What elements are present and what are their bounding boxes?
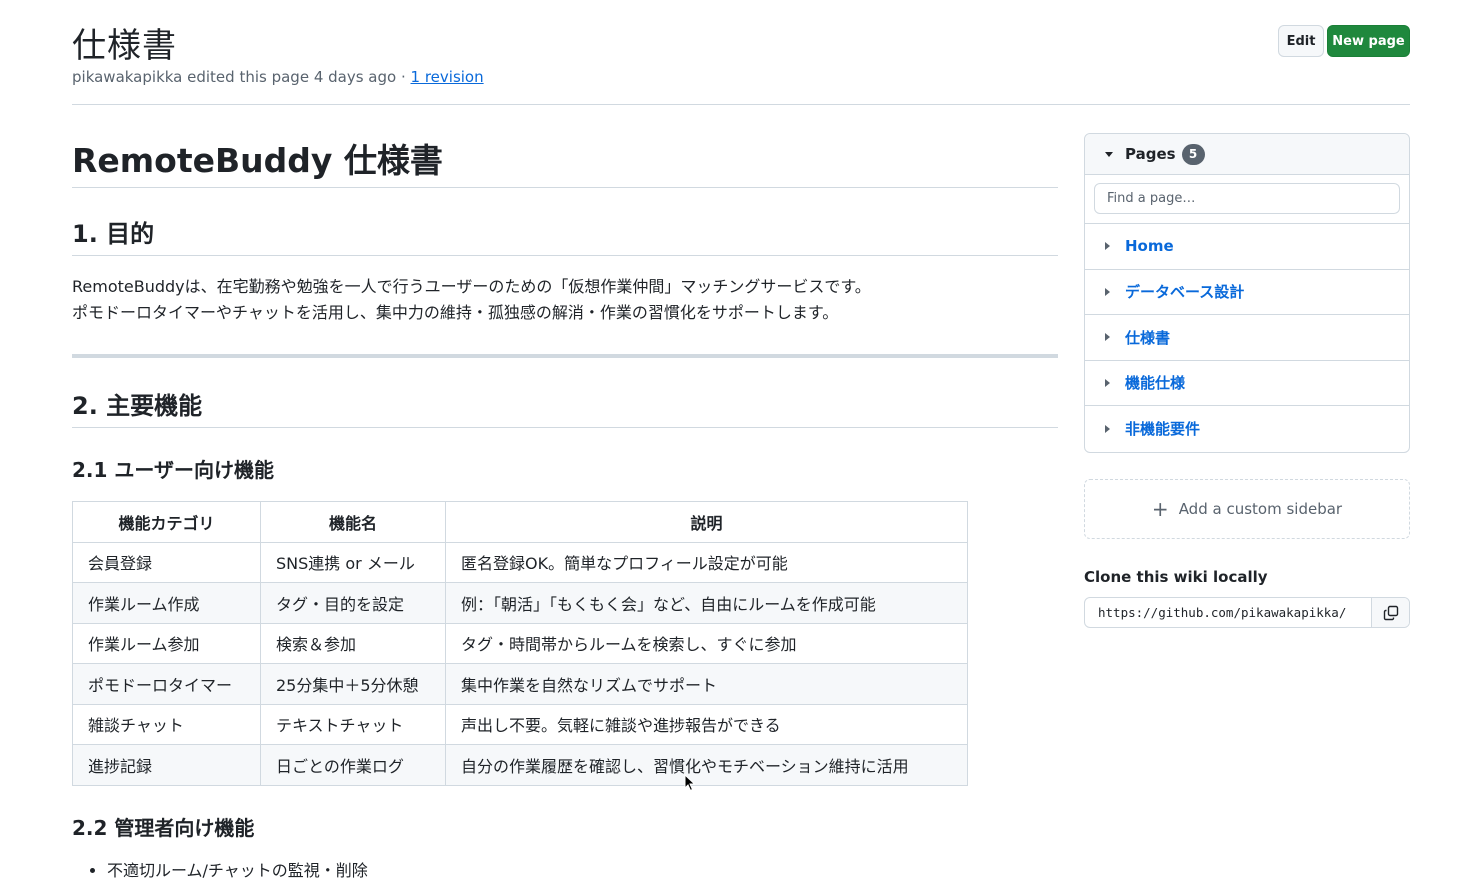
table-cell: 作業ルーム作成 xyxy=(72,582,261,624)
table-cell: 例：「朝活」「もくもく会」など、自由にルームを作成可能 xyxy=(445,582,968,624)
content-heading: RemoteBuddy 仕様書 xyxy=(72,130,1058,188)
triangle-right-icon[interactable] xyxy=(1105,242,1110,251)
triangle-right-icon[interactable] xyxy=(1105,378,1110,387)
table-cell: 匿名登録OK。簡単なプロフィール設定が可能 xyxy=(445,541,968,583)
pages-count-badge: 5 xyxy=(1181,143,1205,165)
purpose-line-2: ポモドーロタイマーやチャットを活用し、集中力の維持・孤独感の解消・作業の習慣化を… xyxy=(72,303,839,322)
header-divider xyxy=(72,104,1410,105)
table-cell: 作業ルーム参加 xyxy=(72,622,261,664)
purpose-paragraph: RemoteBuddyは、在宅勤務や勉強を一人で行うユーザーのための「仮想作業仲… xyxy=(72,274,1058,326)
add-custom-sidebar-label: Add a custom sidebar xyxy=(1178,500,1343,518)
revision-link[interactable]: 1 revision xyxy=(411,68,484,86)
page-link[interactable]: 非機能要件 xyxy=(1125,418,1200,439)
subsection-heading-admin-features: 2.2 管理者向け機能 xyxy=(72,815,255,840)
table-cell: 集中作業を自然なリズムでサポート xyxy=(445,663,968,705)
purpose-line-1: RemoteBuddyは、在宅勤務や勉強を一人で行うユーザーのための「仮想作業仲… xyxy=(72,277,871,296)
clone-wiki-title: Clone this wiki locally xyxy=(1084,568,1268,586)
mouse-cursor-icon xyxy=(684,774,696,792)
find-page-input[interactable]: Find a page… xyxy=(1094,183,1400,214)
section-heading-features: 2. 主要機能 xyxy=(72,386,1058,428)
copy-button[interactable] xyxy=(1371,598,1409,627)
table-header-row: 機能カテゴリ 機能名 説明 xyxy=(72,501,968,543)
page-item-database-design[interactable]: データベース設計 xyxy=(1085,270,1409,315)
table-cell: 25分集中＋5分休憩 xyxy=(260,663,446,705)
page-link[interactable]: 仕様書 xyxy=(1125,327,1170,348)
triangle-down-icon xyxy=(1105,151,1113,157)
table-cell: 検索＆参加 xyxy=(260,622,446,664)
clone-url-box: https://github.com/pikawakapikka/ xyxy=(1084,597,1410,628)
wiki-content: RemoteBuddy 仕様書 1. 目的 RemoteBuddyは、在宅勤務や… xyxy=(72,130,1058,878)
pages-header[interactable]: Pages 5 xyxy=(1085,134,1409,175)
page-item-functional-spec[interactable]: 機能仕様 xyxy=(1085,361,1409,406)
table-cell: SNS連携 or メール xyxy=(260,541,446,583)
new-page-button[interactable]: New page xyxy=(1327,25,1410,57)
table-row: ポモドーロタイマー 25分集中＋5分休憩 集中作業を自然なリズムでサポート xyxy=(72,663,968,705)
subsection-heading-user-features: 2.1 ユーザー向け機能 xyxy=(72,458,274,482)
table-cell: 日ごとの作業ログ xyxy=(260,744,446,786)
find-page-wrapper: Find a page… xyxy=(1085,175,1409,224)
table-cell: 進捗記録 xyxy=(72,744,261,786)
features-table: 機能カテゴリ 機能名 説明 会員登録 SNS連携 or メール 匿名登録OK。簡… xyxy=(72,501,968,786)
table-row: 作業ルーム参加 検索＆参加 タグ・時間帯からルームを検索し、すぐに参加 xyxy=(72,622,968,664)
page-item-spec[interactable]: 仕様書 xyxy=(1085,315,1409,361)
table-cell: 会員登録 xyxy=(72,541,261,583)
table-cell: タグ・目的を設定 xyxy=(260,582,446,624)
section-heading-purpose: 1. 目的 xyxy=(72,214,1058,256)
copy-icon xyxy=(1383,605,1398,620)
table-cell: テキストチャット xyxy=(260,703,446,745)
table-cell: 声出し不要。気軽に雑談や進捗報告ができる xyxy=(445,703,968,745)
page-item-home[interactable]: Home xyxy=(1085,224,1409,270)
page-meta: pikawakapikka edited this page 4 days ag… xyxy=(72,68,484,86)
pages-label: Pages xyxy=(1125,145,1176,163)
table-cell: ポモドーロタイマー xyxy=(72,663,261,705)
table-row: 進捗記録 日ごとの作業ログ 自分の作業履歴を確認し、習慣化やモチベーション維持に… xyxy=(72,744,968,786)
table-cell: 雑談チャット xyxy=(72,703,261,745)
edit-info: pikawakapikka edited this page 4 days ag… xyxy=(72,68,411,86)
admin-features-list: 不適切ルーム/チャットの監視・削除 xyxy=(72,859,1058,878)
table-cell: 自分の作業履歴を確認し、習慣化やモチベーション維持に活用 xyxy=(445,744,968,786)
triangle-right-icon[interactable] xyxy=(1105,287,1110,296)
clone-url-input[interactable]: https://github.com/pikawakapikka/ xyxy=(1085,598,1371,627)
table-header-category: 機能カテゴリ xyxy=(72,501,261,543)
page-title: 仕様書 xyxy=(72,26,177,66)
horizontal-rule xyxy=(72,354,1058,358)
list-item: 不適切ルーム/チャットの監視・削除 xyxy=(107,859,1058,878)
pages-sidebar: Pages 5 Find a page… Home データベース設計 仕様書 機… xyxy=(1084,133,1410,453)
table-header-description: 説明 xyxy=(445,501,968,543)
edit-button[interactable]: Edit xyxy=(1278,25,1324,57)
add-custom-sidebar-button[interactable]: + Add a custom sidebar xyxy=(1084,479,1410,539)
page-item-non-functional-requirements[interactable]: 非機能要件 xyxy=(1085,406,1409,452)
table-header-name: 機能名 xyxy=(260,501,446,543)
triangle-right-icon[interactable] xyxy=(1105,333,1110,342)
plus-icon: + xyxy=(1151,497,1169,521)
table-row: 会員登録 SNS連携 or メール 匿名登録OK。簡単なプロフィール設定が可能 xyxy=(72,541,968,583)
table-cell: タグ・時間帯からルームを検索し、すぐに参加 xyxy=(445,622,968,664)
triangle-right-icon[interactable] xyxy=(1105,424,1110,433)
table-row: 作業ルーム作成 タグ・目的を設定 例：「朝活」「もくもく会」など、自由にルームを… xyxy=(72,582,968,624)
page-link[interactable]: Home xyxy=(1125,237,1174,255)
table-row: 雑談チャット テキストチャット 声出し不要。気軽に雑談や進捗報告ができる xyxy=(72,703,968,745)
page-link[interactable]: データベース設計 xyxy=(1125,281,1244,302)
page-link[interactable]: 機能仕様 xyxy=(1125,372,1185,393)
